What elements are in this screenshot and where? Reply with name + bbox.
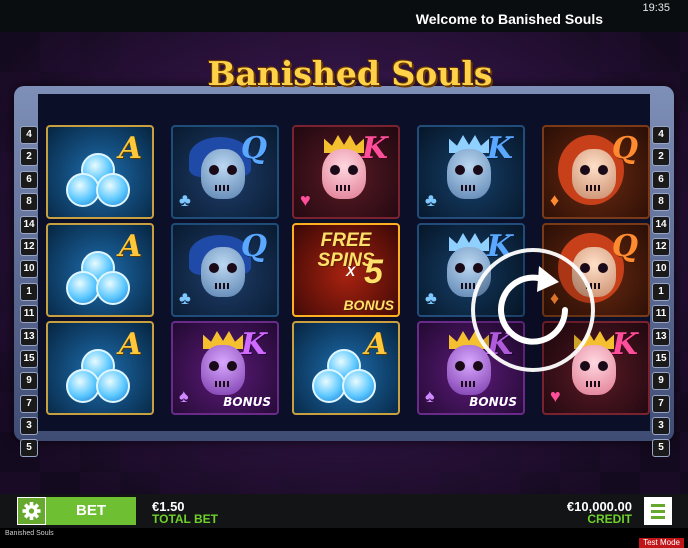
reel-symbol-club-ace: A	[292, 321, 400, 415]
welcome-title: Welcome to Banished Souls	[415, 11, 603, 27]
payline-badge-left: 15	[20, 349, 38, 368]
symbol-letter: K	[486, 131, 513, 166]
reel-symbol-red-queen: Q ♦	[542, 125, 650, 219]
payline-badge-left: 1	[20, 282, 38, 301]
payline-badge-left: 10	[20, 260, 38, 279]
suit-icon: ♦	[550, 190, 560, 210]
suit-icon: ♥	[550, 386, 561, 406]
suit-icon: ♣	[179, 288, 191, 308]
payline-badge-right: 11	[652, 305, 670, 324]
footer-game-name: Banished Souls	[5, 530, 54, 537]
symbol-letter: K	[361, 131, 388, 166]
payline-badge-right: 13	[652, 327, 670, 346]
payline-badge-left: 9	[20, 372, 38, 391]
footer	[0, 528, 688, 548]
payline-badge-right: 9	[652, 372, 670, 391]
symbol-letter: Q	[611, 131, 638, 166]
bet-button[interactable]: BET	[46, 497, 136, 525]
game-logo-text: Banished Souls	[207, 54, 493, 93]
test-mode-badge: Test Mode	[639, 538, 684, 548]
spin-button[interactable]	[471, 248, 595, 372]
payline-badge-right: 7	[652, 394, 670, 413]
reel-symbol-pink-king: K ♥	[292, 125, 400, 219]
payline-badge-right: 5	[652, 439, 670, 458]
symbol-letter: Q	[240, 131, 267, 166]
reel-symbol-club-ace: A	[46, 223, 154, 317]
payline-badge-left: 5	[20, 439, 38, 458]
symbol-letter: A	[364, 327, 388, 362]
payline-badge-right: 8	[652, 193, 670, 212]
club-icon	[312, 349, 376, 405]
reel-symbol-blue-king: K ♣	[417, 125, 525, 219]
payline-badge-right: 4	[652, 126, 670, 144]
payline-badge-left: 12	[20, 237, 38, 256]
settings-button[interactable]	[17, 497, 46, 525]
bonus-label: BONUS	[223, 395, 271, 409]
suit-icon: ♥	[300, 190, 311, 210]
club-icon	[66, 153, 130, 209]
free-spins-x: X	[346, 263, 356, 279]
symbol-letter: K	[611, 327, 638, 362]
payline-badge-left: 4	[20, 126, 38, 144]
payline-badge-right: 10	[652, 260, 670, 279]
payline-badge-right: 6	[652, 170, 670, 189]
payline-badge-right: 1	[652, 282, 670, 301]
paylines-left: 4 2 6 8 14 12 10 1 11 13 15 9 7 3 5	[20, 126, 38, 462]
payline-badge-left: 11	[20, 305, 38, 324]
symbol-letter: Q	[611, 229, 638, 264]
skull-icon	[201, 345, 245, 395]
paylines-right: 4 2 6 8 14 12 10 1 11 13 15 9 7 3 5	[652, 126, 670, 462]
symbol-letter: A	[118, 131, 142, 166]
payline-badge-left: 14	[20, 215, 38, 234]
payline-badge-left: 13	[20, 327, 38, 346]
skull-icon	[447, 149, 491, 199]
reel-symbol-purple-king-bonus: K ♠ BONUS	[171, 321, 279, 415]
skull-icon	[322, 149, 366, 199]
symbol-letter: Q	[240, 229, 267, 264]
reel-symbol-club-ace: A	[46, 321, 154, 415]
club-icon	[66, 349, 130, 405]
payline-badge-right: 2	[652, 148, 670, 167]
free-spins-multiplier: 5	[364, 253, 383, 291]
skull-icon	[572, 149, 616, 199]
payline-badge-left: 2	[20, 148, 38, 167]
symbol-letter: A	[118, 229, 142, 264]
gear-icon	[22, 502, 41, 520]
game-logo: Banished Souls	[200, 54, 500, 98]
suit-icon: ♠	[179, 386, 189, 406]
spin-icon	[498, 266, 568, 345]
reel-symbol-club-ace: A	[46, 125, 154, 219]
payline-badge-left: 8	[20, 193, 38, 212]
payline-badge-right: 15	[652, 349, 670, 368]
reel-symbol-free-spins: FREE SPINS X 5 BONUS	[292, 223, 400, 317]
reel-symbol-blue-queen: Q ♣	[171, 125, 279, 219]
payline-badge-right: 3	[652, 417, 670, 436]
suit-icon: ♣	[425, 190, 437, 210]
total-bet-label: TOTAL BET	[152, 512, 218, 526]
clock: 19:35	[642, 2, 670, 14]
symbol-letter: K	[240, 327, 267, 362]
symbol-letter: A	[118, 327, 142, 362]
suit-icon: ♣	[179, 190, 191, 210]
payline-badge-left: 3	[20, 417, 38, 436]
reel-symbol-blue-queen: Q ♣	[171, 223, 279, 317]
skull-icon	[201, 247, 245, 297]
menu-button[interactable]	[644, 497, 672, 525]
suit-icon: ♣	[425, 288, 437, 308]
credit-label: CREDIT	[587, 512, 632, 526]
payline-badge-right: 14	[652, 215, 670, 234]
payline-badge-right: 12	[652, 237, 670, 256]
suit-icon: ♠	[425, 386, 435, 406]
club-icon	[66, 251, 130, 307]
skull-icon	[201, 149, 245, 199]
payline-badge-left: 6	[20, 170, 38, 189]
free-spins-bonus-label: BONUS	[343, 297, 394, 313]
bonus-label: BONUS	[469, 395, 517, 409]
payline-badge-left: 7	[20, 394, 38, 413]
